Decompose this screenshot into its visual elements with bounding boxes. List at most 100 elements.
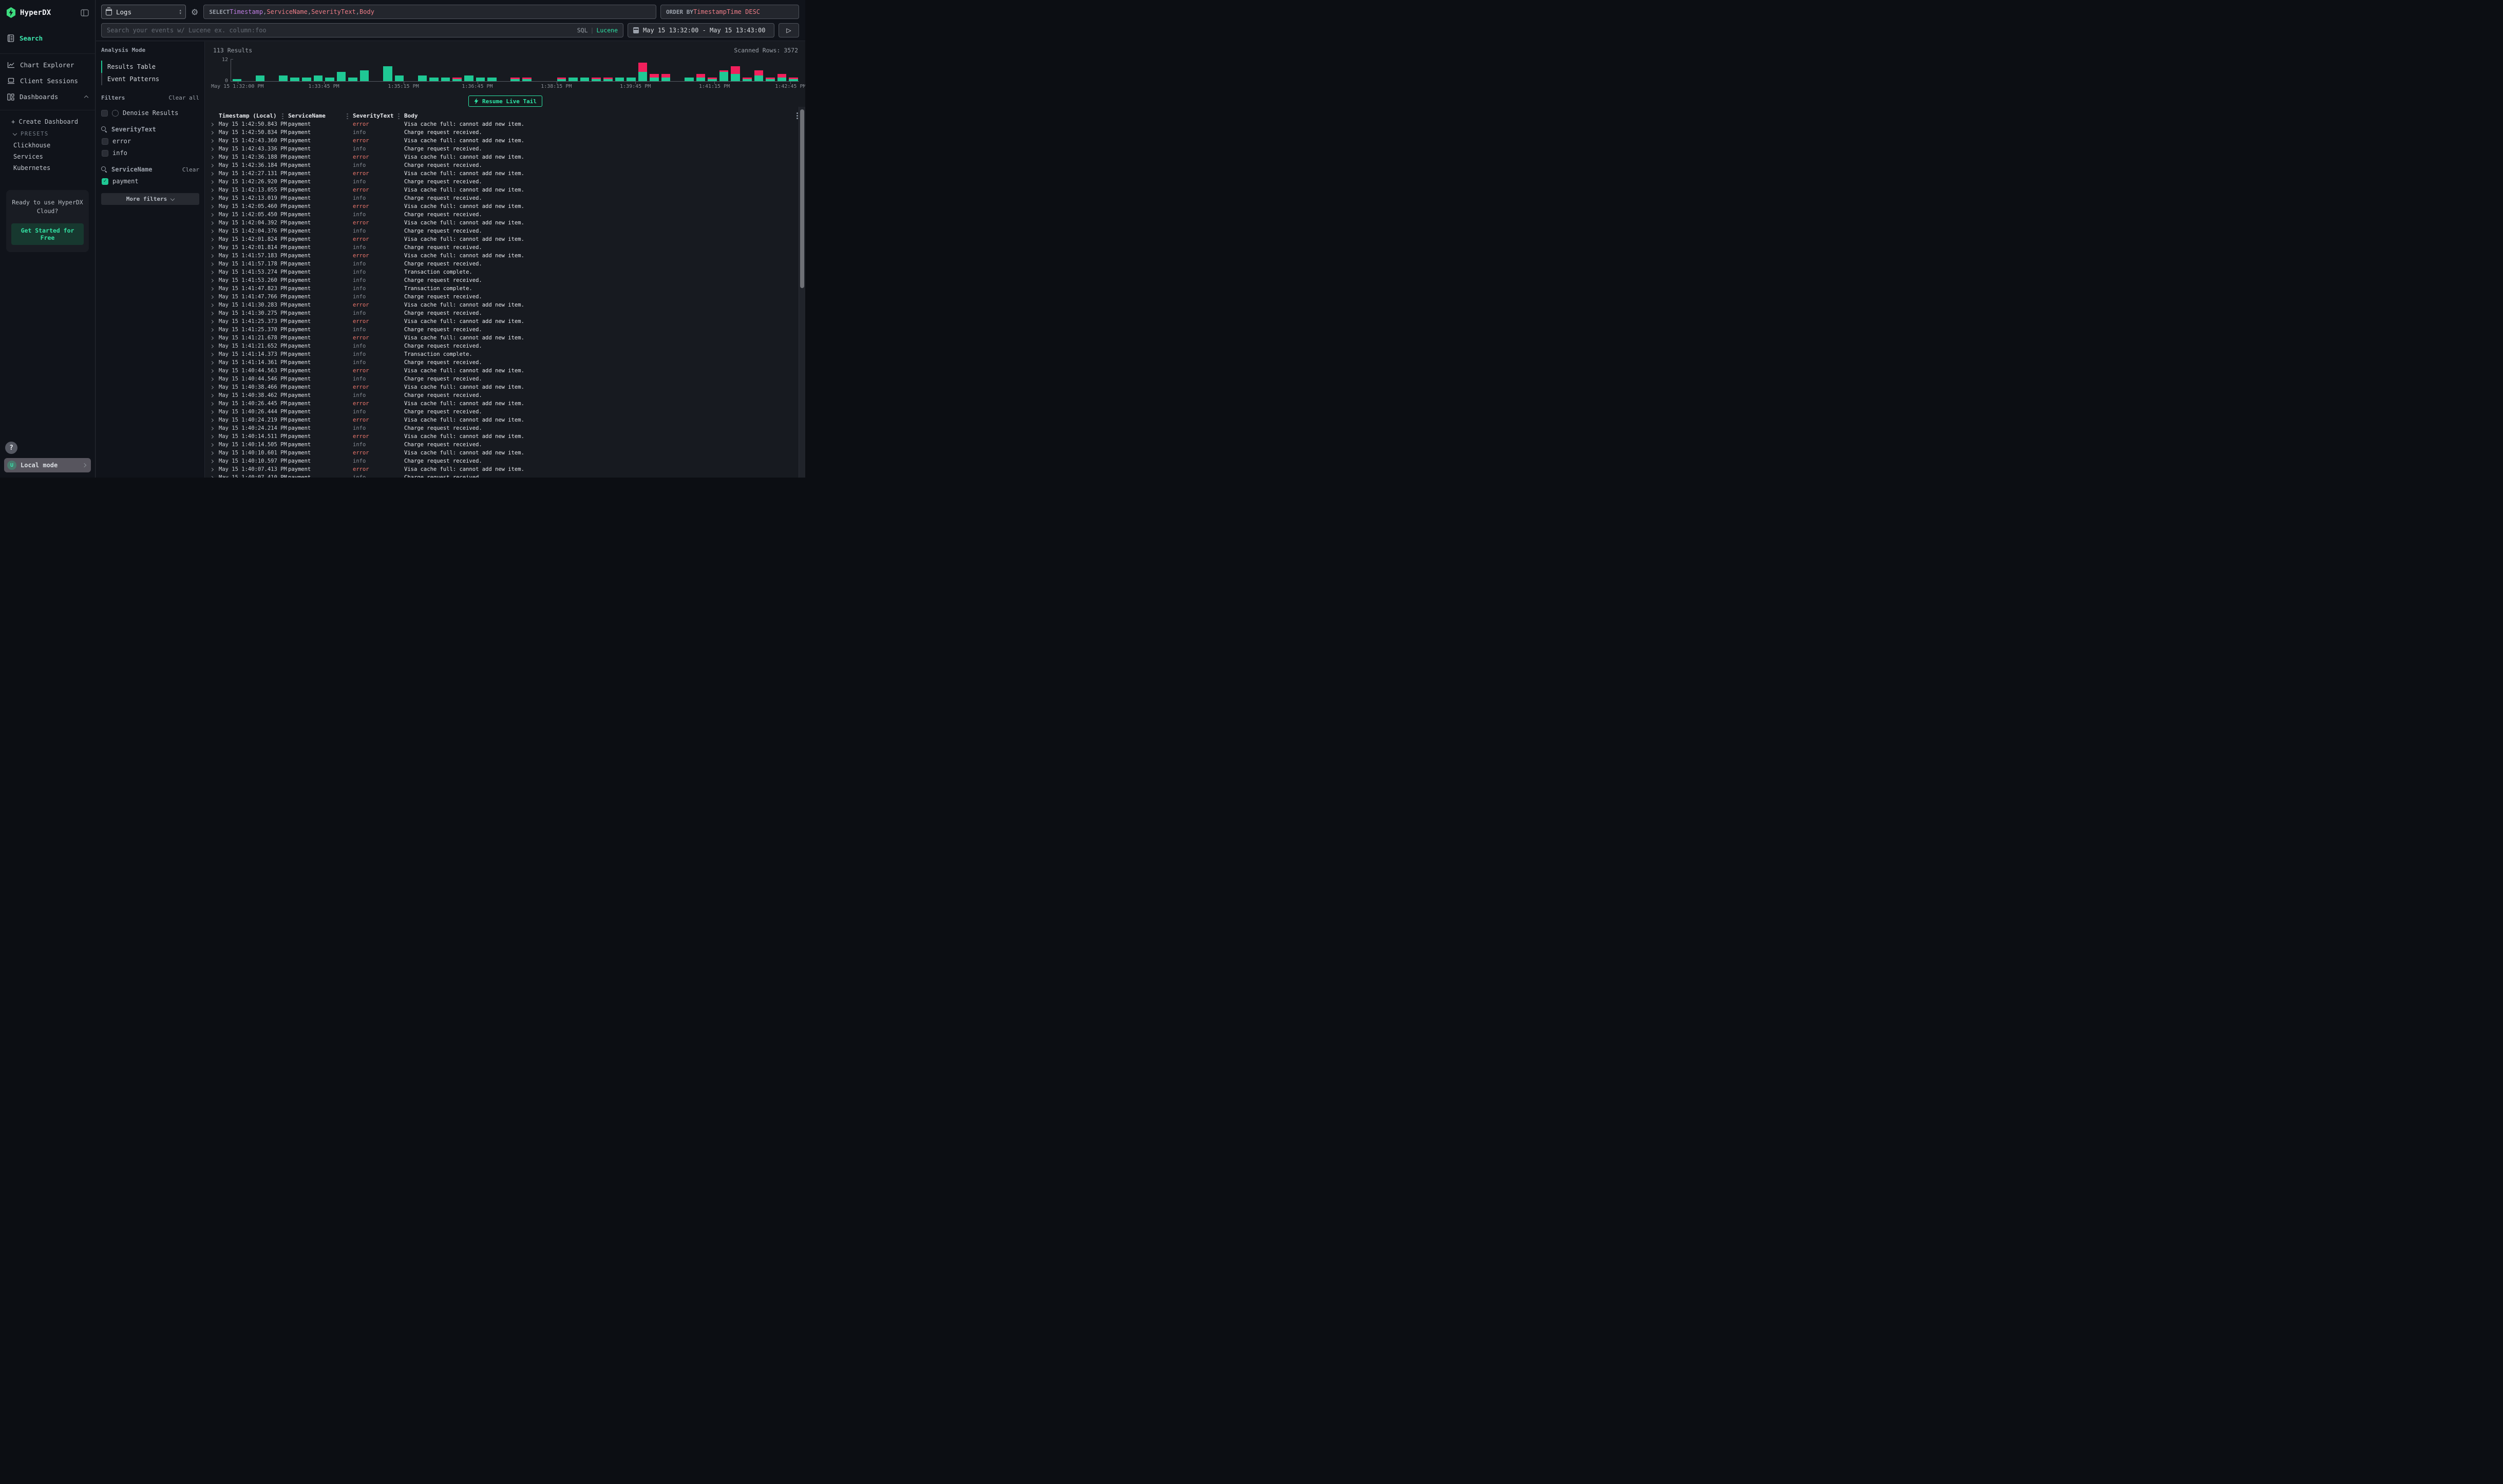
expand-row-icon[interactable] — [210, 123, 214, 126]
create-dashboard-button[interactable]: + Create Dashboard — [0, 116, 95, 128]
chart-bar[interactable] — [649, 59, 660, 81]
expand-row-icon[interactable] — [210, 271, 214, 274]
expand-row-icon[interactable] — [210, 435, 214, 439]
log-row[interactable]: May 15 1:40:38.466 PMpaymenterrorVisa ca… — [205, 383, 805, 391]
date-range-picker[interactable]: May 15 13:32:00 - May 15 13:43:00 — [628, 23, 774, 37]
log-row[interactable]: May 15 1:40:14.505 PMpaymentinfoCharge r… — [205, 441, 805, 449]
log-row[interactable]: May 15 1:40:44.546 PMpaymentinfoCharge r… — [205, 375, 805, 383]
chart-bar[interactable] — [741, 59, 753, 81]
expand-row-icon[interactable] — [210, 402, 214, 406]
log-row[interactable]: May 15 1:40:38.462 PMpaymentinfoCharge r… — [205, 391, 805, 399]
mode-results-table[interactable]: Results Table — [101, 61, 199, 73]
expand-row-icon[interactable] — [210, 377, 214, 381]
log-row[interactable]: May 15 1:42:04.376 PMpaymentinfoCharge r… — [205, 227, 805, 235]
expand-row-icon[interactable] — [210, 476, 214, 478]
sql-toggle[interactable]: SQL — [577, 27, 588, 34]
collapse-sidebar-icon[interactable] — [81, 9, 89, 16]
denoise-checkbox[interactable] — [101, 110, 108, 117]
preset-clickhouse[interactable]: Clickhouse — [0, 140, 95, 151]
log-row[interactable]: May 15 1:42:26.920 PMpaymentinfoCharge r… — [205, 178, 805, 186]
log-row[interactable]: May 15 1:40:07.413 PMpaymenterrorVisa ca… — [205, 465, 805, 473]
chart-bar[interactable] — [544, 59, 556, 81]
chart-bar[interactable] — [405, 59, 417, 81]
log-row[interactable]: May 15 1:42:01.824 PMpaymenterrorVisa ca… — [205, 235, 805, 243]
chart-bar[interactable] — [684, 59, 695, 81]
chart-bar[interactable] — [533, 59, 544, 81]
log-row[interactable]: May 15 1:42:05.460 PMpaymenterrorVisa ca… — [205, 202, 805, 211]
expand-row-icon[interactable] — [210, 287, 214, 291]
expand-row-icon[interactable] — [210, 345, 214, 348]
chart-bar[interactable] — [463, 59, 475, 81]
denoise-option[interactable]: Denoise Results — [101, 109, 199, 117]
expand-row-icon[interactable] — [210, 460, 214, 463]
expand-row-icon[interactable] — [210, 386, 214, 389]
gear-icon[interactable]: ⚙ — [190, 7, 199, 17]
log-row[interactable]: May 15 1:40:26.445 PMpaymenterrorVisa ca… — [205, 399, 805, 408]
mode-event-patterns[interactable]: Event Patterns — [101, 73, 199, 85]
log-row[interactable]: May 15 1:42:13.055 PMpaymenterrorVisa ca… — [205, 186, 805, 194]
chart-bar[interactable] — [776, 59, 788, 81]
clear-servicename-button[interactable]: Clear — [182, 166, 199, 173]
chart-bar[interactable] — [243, 59, 255, 81]
expand-row-icon[interactable] — [210, 468, 214, 471]
expand-row-icon[interactable] — [210, 427, 214, 430]
chart-bar[interactable] — [602, 59, 614, 81]
filter-option-info[interactable]: info — [101, 149, 199, 157]
expand-row-icon[interactable] — [210, 246, 214, 250]
log-row[interactable]: May 15 1:40:24.219 PMpaymenterrorVisa ca… — [205, 416, 805, 424]
expand-row-icon[interactable] — [210, 410, 214, 414]
chart-bar[interactable] — [486, 59, 498, 81]
more-filters-button[interactable]: More filters — [101, 193, 199, 205]
chart-bar[interactable] — [591, 59, 602, 81]
expand-row-icon[interactable] — [210, 147, 214, 151]
chart-bar[interactable] — [753, 59, 765, 81]
expand-row-icon[interactable] — [210, 213, 214, 217]
chart-bar[interactable] — [289, 59, 301, 81]
chart-bar[interactable] — [335, 59, 347, 81]
log-row[interactable]: May 15 1:40:10.601 PMpaymenterrorVisa ca… — [205, 449, 805, 457]
expand-row-icon[interactable] — [210, 205, 214, 208]
log-row[interactable]: May 15 1:40:44.563 PMpaymenterrorVisa ca… — [205, 367, 805, 375]
chart-bar[interactable] — [707, 59, 718, 81]
expand-row-icon[interactable] — [210, 172, 214, 176]
expand-row-icon[interactable] — [210, 328, 214, 332]
expand-row-icon[interactable] — [210, 221, 214, 225]
column-header-severitytext[interactable]: SeverityText — [353, 112, 404, 119]
chart-bar[interactable] — [614, 59, 625, 81]
chart-bar[interactable] — [672, 59, 684, 81]
log-row[interactable]: May 15 1:41:53.260 PMpaymentinfoCharge r… — [205, 276, 805, 284]
info-checkbox[interactable] — [102, 150, 108, 157]
log-row[interactable]: May 15 1:41:30.275 PMpaymentinfoCharge r… — [205, 309, 805, 317]
expand-row-icon[interactable] — [210, 180, 214, 184]
log-row[interactable]: May 15 1:41:21.652 PMpaymentinfoCharge r… — [205, 342, 805, 350]
search-icon[interactable] — [101, 126, 107, 132]
log-row[interactable]: May 15 1:40:10.597 PMpaymentinfoCharge r… — [205, 457, 805, 465]
expand-row-icon[interactable] — [210, 262, 214, 266]
error-checkbox[interactable] — [102, 138, 108, 145]
expand-row-icon[interactable] — [210, 303, 214, 307]
log-row[interactable]: May 15 1:42:04.392 PMpaymenterrorVisa ca… — [205, 219, 805, 227]
log-row[interactable]: May 15 1:42:01.814 PMpaymentinfoCharge r… — [205, 243, 805, 252]
chart-bar[interactable] — [579, 59, 591, 81]
log-row[interactable]: May 15 1:41:25.373 PMpaymenterrorVisa ca… — [205, 317, 805, 326]
expand-row-icon[interactable] — [210, 369, 214, 373]
chart-bar[interactable] — [475, 59, 486, 81]
expand-row-icon[interactable] — [210, 295, 214, 299]
vertical-scrollbar[interactable] — [799, 107, 805, 478]
chart-bar[interactable] — [695, 59, 707, 81]
chart-bar[interactable] — [382, 59, 394, 81]
chart-bar[interactable] — [428, 59, 440, 81]
chart-bar[interactable] — [277, 59, 289, 81]
log-row[interactable]: May 15 1:41:57.178 PMpaymentinfoCharge r… — [205, 260, 805, 268]
log-row[interactable]: May 15 1:41:47.823 PMpaymentinfoTransact… — [205, 284, 805, 293]
chart-bar[interactable] — [393, 59, 405, 81]
log-row[interactable]: May 15 1:40:07.410 PMpaymentinfoCharge r… — [205, 473, 805, 478]
log-row[interactable]: May 15 1:41:25.370 PMpaymentinfoCharge r… — [205, 326, 805, 334]
chart-bar[interactable] — [416, 59, 428, 81]
log-row[interactable]: May 15 1:41:57.183 PMpaymenterrorVisa ca… — [205, 252, 805, 260]
expand-row-icon[interactable] — [210, 188, 214, 192]
expand-row-icon[interactable] — [210, 156, 214, 159]
chart-bar[interactable] — [254, 59, 266, 81]
chart-bar[interactable] — [788, 59, 800, 81]
get-started-button[interactable]: Get Started for Free — [11, 223, 84, 245]
